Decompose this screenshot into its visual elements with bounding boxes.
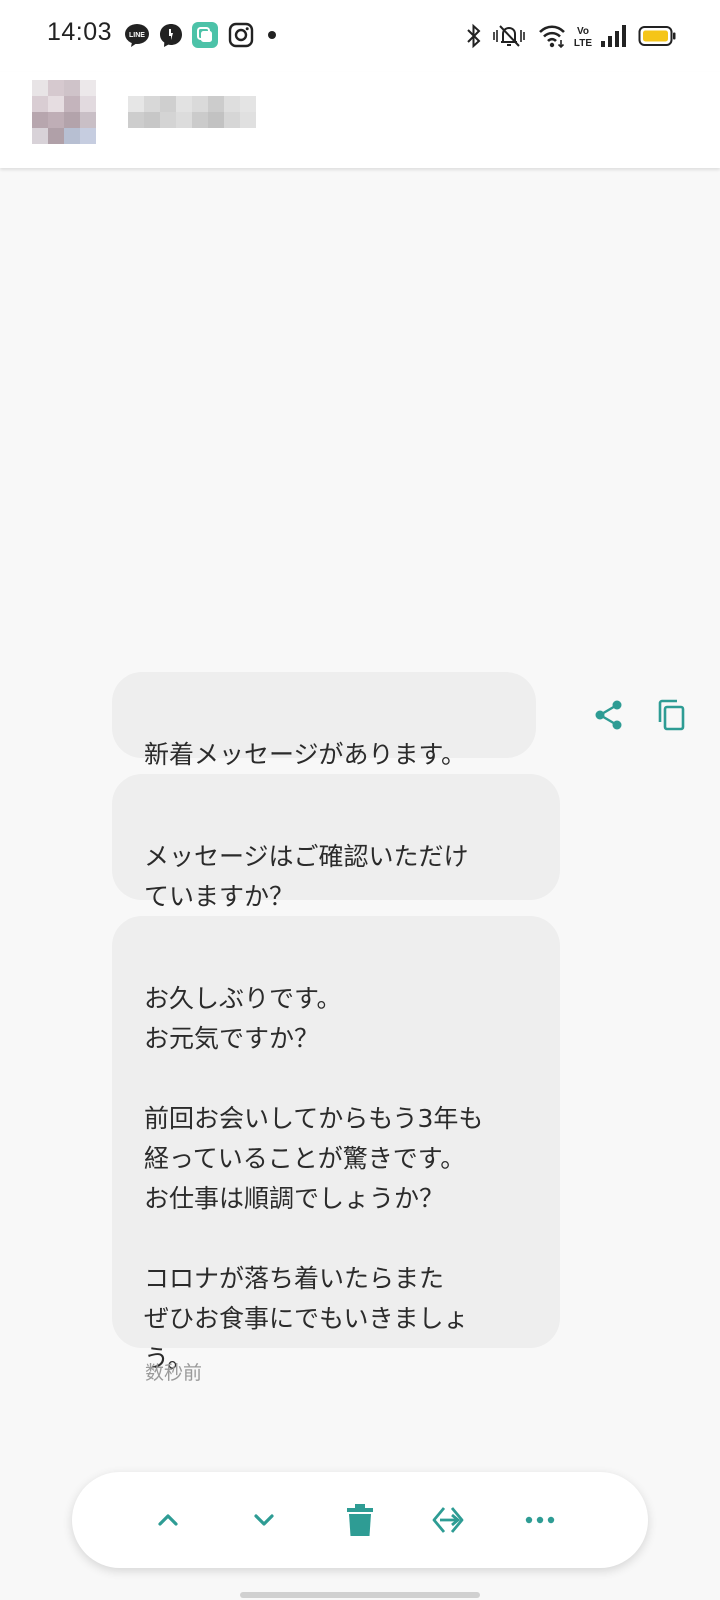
contact-name <box>128 96 256 128</box>
svg-text:LTE: LTE <box>574 38 592 49</box>
volte-icon: Vo LTE <box>574 26 592 49</box>
bluetooth-icon <box>467 23 481 49</box>
svg-text:LINE: LINE <box>129 32 145 39</box>
bottom-toolbar <box>72 1472 648 1568</box>
status-time: 14:03 <box>47 18 113 46</box>
dot-icon <box>268 31 276 39</box>
more-icon <box>525 1516 555 1524</box>
chevron-up-icon <box>158 1514 178 1526</box>
avatar[interactable] <box>32 80 96 144</box>
home-indicator[interactable] <box>240 1592 480 1598</box>
mute-icon <box>493 25 525 47</box>
exit-icon <box>432 1507 464 1533</box>
message-bubble[interactable]: お久しぶりです。 お元気ですか？ 前回お会いしてからもう3年も 経っていることが… <box>112 916 560 1373</box>
chevron-down-icon <box>254 1514 274 1526</box>
previous-button[interactable] <box>144 1496 192 1544</box>
message-text: お久しぶりです。 お元気ですか？ 前回お会いしてからもう3年も 経っていることが… <box>144 984 484 1373</box>
message-text: メッセージはご確認いただけ ていますか？ <box>144 842 469 911</box>
trash-icon <box>347 1504 373 1536</box>
instagram-icon <box>228 22 254 48</box>
delete-button[interactable] <box>336 1496 384 1544</box>
conversation-header <box>0 72 720 168</box>
copy-icon[interactable] <box>655 698 689 732</box>
svg-text:Vo: Vo <box>577 26 589 37</box>
message-bubble[interactable]: メッセージはご確認いただけ ていますか？ <box>112 774 560 911</box>
status-bar: 14:03 LINE Vo LTE <box>0 0 720 72</box>
message-timestamp: 数秒前 <box>145 1362 203 1384</box>
wifi-icon <box>539 25 565 49</box>
line-icon: LINE <box>125 24 149 47</box>
messenger-icon <box>160 24 182 47</box>
share-icon[interactable] <box>592 698 626 732</box>
next-button[interactable] <box>240 1496 288 1544</box>
message-bubble[interactable]: 新着メッセージがあります。 <box>112 672 536 769</box>
message-text: 新着メッセージがあります。 <box>144 740 467 769</box>
signal-icon <box>601 25 626 47</box>
battery-icon <box>638 26 676 46</box>
green-app-icon <box>192 22 218 48</box>
exit-button[interactable] <box>424 1496 472 1544</box>
more-button[interactable] <box>516 1496 564 1544</box>
